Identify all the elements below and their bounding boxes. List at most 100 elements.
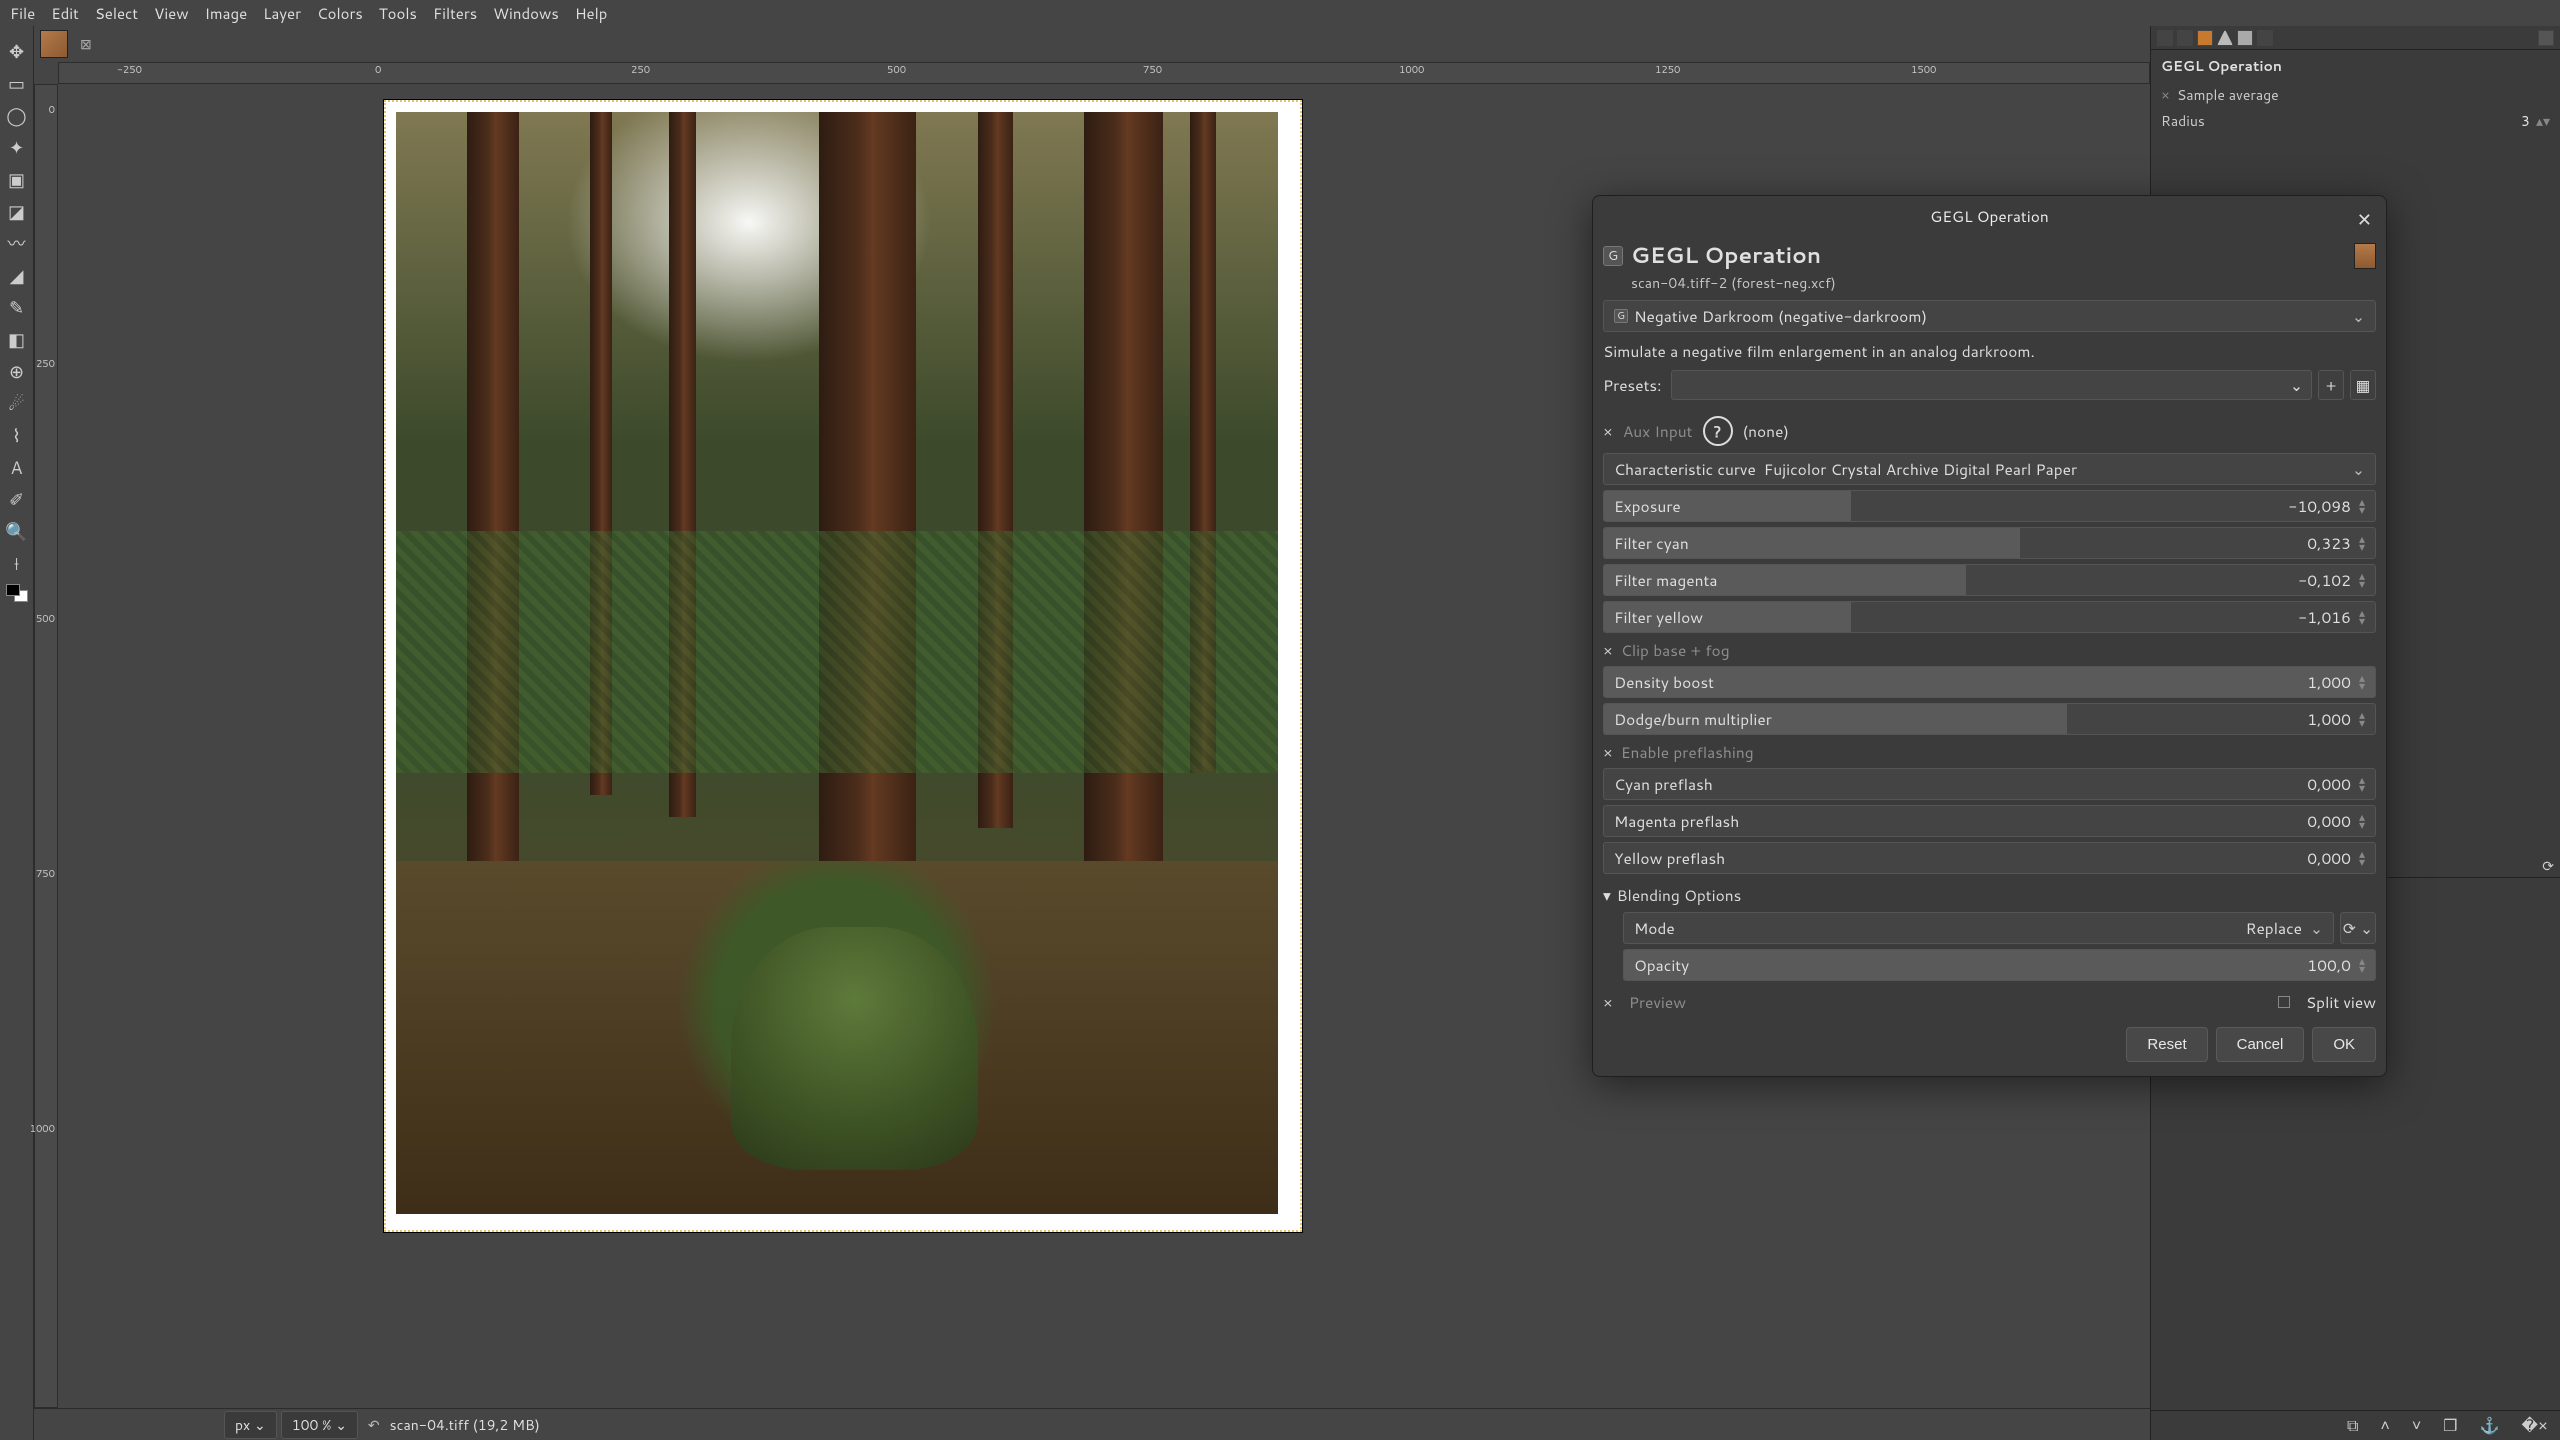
enable-preflashing-checkbox[interactable]: × Enable preflashing xyxy=(1603,741,2376,763)
reset-param-icon[interactable]: × xyxy=(1603,420,1613,442)
reset-param-icon[interactable]: × xyxy=(1603,991,1613,1013)
text-tool-icon[interactable]: A xyxy=(2,452,32,482)
ok-button[interactable]: OK xyxy=(2312,1027,2376,1062)
paintbrush-tool-icon[interactable]: ✎ xyxy=(2,292,32,322)
add-preset-icon[interactable]: + xyxy=(2318,370,2344,400)
manage-presets-icon[interactable]: ▦ xyxy=(2350,370,2376,400)
unit-dropdown[interactable]: px ⌄ xyxy=(224,1411,277,1439)
zoom-tool-icon[interactable]: 🔍 xyxy=(2,516,32,546)
characteristic-curve-select[interactable]: Characteristic curve Fujicolor Crystal A… xyxy=(1603,453,2376,485)
menu-windows[interactable]: Windows xyxy=(485,0,567,27)
filter-magenta-slider[interactable]: Filter magenta -0,102 ▴▾ xyxy=(1603,564,2376,596)
reset-param-icon[interactable]: × xyxy=(1603,639,1613,661)
undo-history-icon[interactable]: ↶ xyxy=(362,1415,386,1435)
new-layer-icon[interactable]: ⧉ xyxy=(2347,1414,2358,1437)
cyan-preflash-slider[interactable]: Cyan preflash 0,000 ▴▾ xyxy=(1603,768,2376,800)
collapse-icon[interactable]: ▾ xyxy=(1603,884,1611,906)
smudge-tool-icon[interactable]: ☄ xyxy=(2,388,32,418)
clip-base-fog-checkbox[interactable]: × Clip base + fog xyxy=(1603,639,2376,661)
path-tool-icon[interactable]: ⌇ xyxy=(2,420,32,450)
free-select-tool-icon[interactable]: ◯ xyxy=(2,100,32,130)
delete-layer-icon[interactable]: �× xyxy=(2521,1414,2548,1437)
menu-image[interactable]: Image xyxy=(197,0,256,27)
dock-tab-icon[interactable] xyxy=(2157,30,2173,46)
dock-tab-icon[interactable] xyxy=(2237,30,2253,46)
density-boost-slider[interactable]: Density boost 1,000 ▴▾ xyxy=(1603,666,2376,698)
split-view-label[interactable]: Split view xyxy=(2306,991,2376,1013)
rect-select-tool-icon[interactable]: ▭ xyxy=(2,68,32,98)
opacity-slider[interactable]: Opacity 100,0 ▴▾ xyxy=(1623,949,2376,981)
dialog-titlebar[interactable]: GEGL Operation ✕ xyxy=(1593,196,2386,236)
zoom-dropdown[interactable]: 100 % ⌄ xyxy=(281,1411,358,1439)
move-tool-icon[interactable]: ✥ xyxy=(2,36,32,66)
dialog-close-icon[interactable]: ✕ xyxy=(2357,206,2372,232)
param-value[interactable]: 3 xyxy=(2521,111,2530,131)
blend-space-button[interactable]: ⟳ ⌄ xyxy=(2340,912,2376,944)
reset-param-icon[interactable]: × xyxy=(1603,741,1613,763)
preview-checkbox-label[interactable]: Preview xyxy=(1629,991,1686,1013)
refresh-icon[interactable]: ⟳ xyxy=(2542,856,2554,876)
clone-tool-icon[interactable]: ⊕ xyxy=(2,356,32,386)
warp-tool-icon[interactable]: 〰 xyxy=(2,228,32,258)
lower-layer-icon[interactable]: ˅ xyxy=(2412,1414,2421,1437)
exposure-slider[interactable]: Exposure -10,098 ▴▾ xyxy=(1603,490,2376,522)
blend-mode-select[interactable]: Mode Replace ⌄ xyxy=(1623,912,2334,944)
color-swatch[interactable] xyxy=(6,584,28,602)
presets-dropdown[interactable]: ⌄ xyxy=(1671,370,2312,400)
filter-yellow-slider[interactable]: Filter yellow -1,016 ▴▾ xyxy=(1603,601,2376,633)
raise-layer-icon[interactable]: ˄ xyxy=(2380,1414,2389,1437)
spinner-icon[interactable]: ▴▾ xyxy=(2359,850,2365,866)
color-picker-tool-icon[interactable]: ✐ xyxy=(2,484,32,514)
split-view-checkbox[interactable] xyxy=(2278,996,2290,1008)
menu-view[interactable]: View xyxy=(146,0,197,27)
ruler-horizontal[interactable]: -250 0 250 500 750 1000 1250 1500 xyxy=(58,62,2150,84)
menu-help[interactable]: Help xyxy=(567,0,616,27)
spinner-icon[interactable]: ▴▾ xyxy=(2359,776,2365,792)
eraser-tool-icon[interactable]: ◧ xyxy=(2,324,32,354)
dodge-burn-slider[interactable]: Dodge/burn multiplier 1,000 ▴▾ xyxy=(1603,703,2376,735)
transform-tool-icon[interactable]: ◪ xyxy=(2,196,32,226)
spinner-icon[interactable]: ▴▾ xyxy=(2359,609,2365,625)
menu-colors[interactable]: Colors xyxy=(309,0,371,27)
reset-button[interactable]: Reset xyxy=(2126,1027,2207,1062)
reset-param-icon[interactable]: × xyxy=(2161,85,2171,105)
spinner-icon[interactable]: ▴▾ xyxy=(2359,813,2365,829)
measure-tool-icon[interactable]: ⟊ xyxy=(2,548,32,578)
dock-tab-icon[interactable] xyxy=(2197,30,2213,46)
yellow-preflash-slider[interactable]: Yellow preflash 0,000 ▴▾ xyxy=(1603,842,2376,874)
spinner-icon[interactable]: ▴▾ xyxy=(2359,535,2365,551)
spinner-icon[interactable]: ▴▾ xyxy=(2359,711,2365,727)
dock-param-sample-average[interactable]: × Sample average xyxy=(2151,82,2560,108)
operation-select[interactable]: G Negative Darkroom (negative-darkroom) … xyxy=(1603,300,2376,332)
canvas-page[interactable] xyxy=(384,100,1302,1232)
image-tab-thumbnail[interactable] xyxy=(40,30,68,58)
filter-cyan-slider[interactable]: Filter cyan 0,323 ▴▾ xyxy=(1603,527,2376,559)
dock-tab-icon[interactable] xyxy=(2217,30,2233,46)
cancel-button[interactable]: Cancel xyxy=(2216,1027,2305,1062)
menu-file[interactable]: File xyxy=(2,0,43,27)
menu-tools[interactable]: Tools xyxy=(371,0,425,27)
crop-tool-icon[interactable]: ▣ xyxy=(2,164,32,194)
ruler-vertical[interactable]: 0 250 500 750 1000 xyxy=(34,84,58,1408)
spinner-icon[interactable]: ▴▾ xyxy=(2359,572,2365,588)
fg-color-swatch[interactable] xyxy=(6,584,20,596)
dock-param-radius[interactable]: Radius 3 ▴▾ xyxy=(2151,108,2560,134)
spinner-icon[interactable]: ▴▾ xyxy=(2359,957,2365,973)
magenta-preflash-slider[interactable]: Magenta preflash 0,000 ▴▾ xyxy=(1603,805,2376,837)
menu-filters[interactable]: Filters xyxy=(425,0,485,27)
spinner-icon[interactable]: ▴▾ xyxy=(2359,674,2365,690)
menu-layer[interactable]: Layer xyxy=(255,0,309,27)
spinner-icon[interactable]: ▴▾ xyxy=(2359,498,2365,514)
image-tab-close-icon[interactable]: ⊠ xyxy=(74,34,98,54)
menu-edit[interactable]: Edit xyxy=(43,0,87,27)
menu-select[interactable]: Select xyxy=(87,0,146,27)
spinner-icon[interactable]: ▴▾ xyxy=(2536,111,2550,131)
blending-options-section[interactable]: ▾ Blending Options xyxy=(1603,884,2376,906)
anchor-layer-icon[interactable]: ⚓ xyxy=(2480,1414,2500,1437)
fuzzy-select-tool-icon[interactable]: ✦ xyxy=(2,132,32,162)
dock-tab-icon[interactable] xyxy=(2177,30,2193,46)
duplicate-layer-icon[interactable]: ❐ xyxy=(2443,1414,2457,1437)
bucket-fill-tool-icon[interactable]: ◢ xyxy=(2,260,32,290)
aux-input-picker-icon[interactable]: ? xyxy=(1703,416,1733,446)
dock-menu-icon[interactable] xyxy=(2538,30,2554,46)
